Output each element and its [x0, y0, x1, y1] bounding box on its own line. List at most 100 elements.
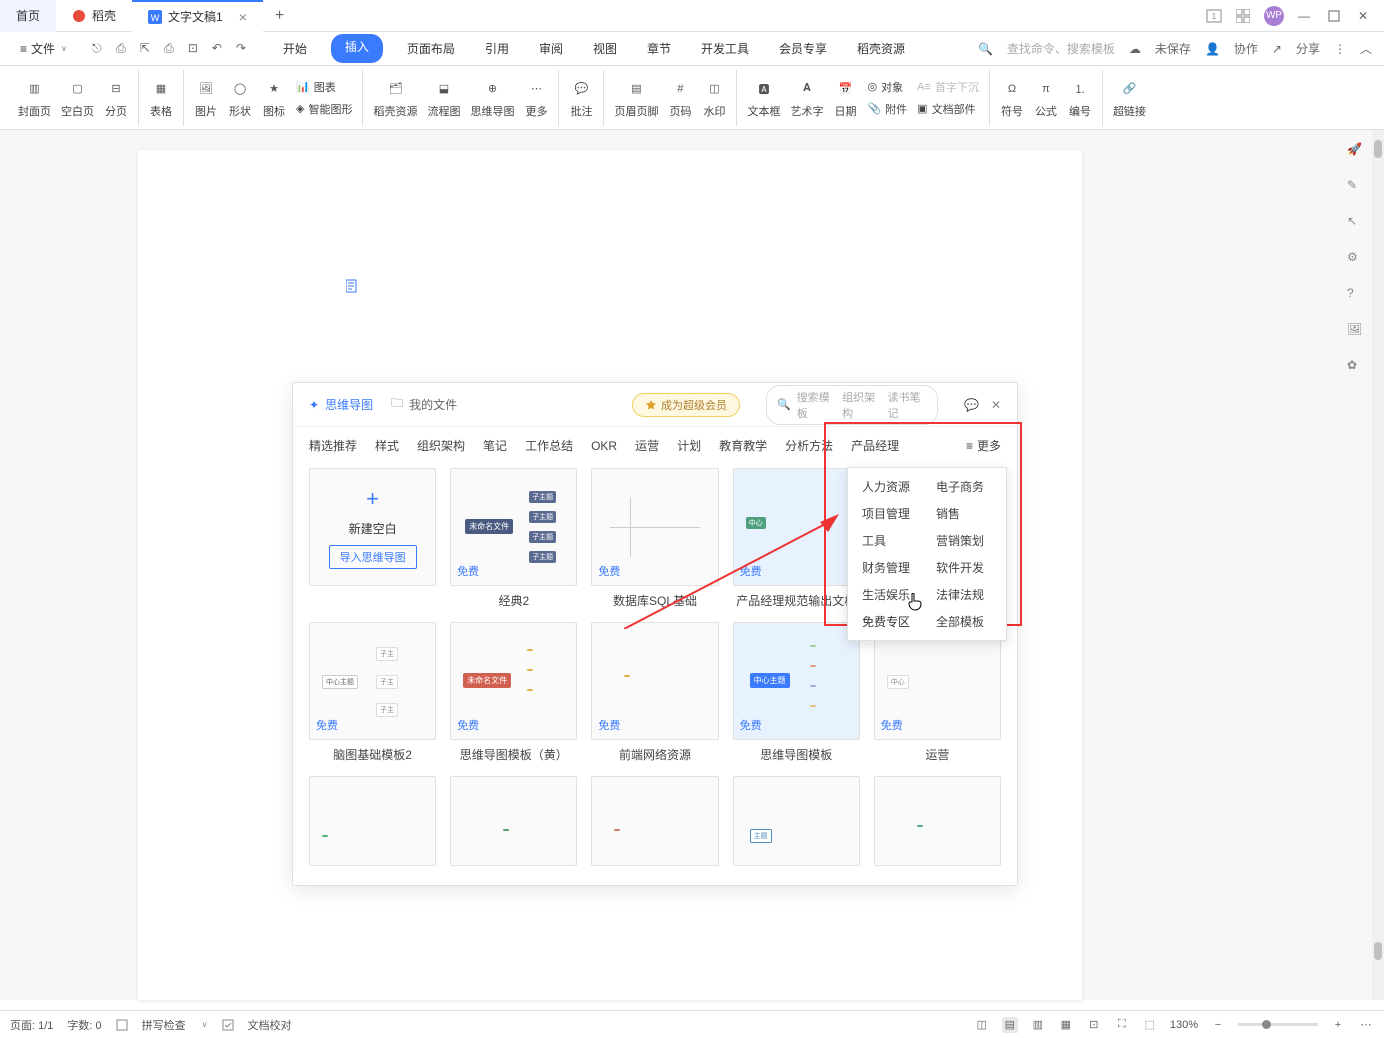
dialog-close-icon[interactable]: ✕ [991, 398, 1001, 412]
vip-button[interactable]: 成为超级会员 [632, 393, 740, 417]
ribbon-mindmap[interactable]: ⊕思维导图 [470, 77, 514, 119]
status-words[interactable]: 字数: 0 [67, 1017, 101, 1033]
close-button[interactable]: ✕ [1358, 9, 1374, 23]
template-pm-spec[interactable]: 中心免费 产品经理规范输出文档 [733, 468, 860, 608]
collapse-ribbon-icon[interactable]: ︿ [1360, 40, 1372, 57]
command-search[interactable]: 查找命令、搜索模板 [1007, 40, 1115, 57]
vertical-scrollbar[interactable] [1372, 130, 1384, 1000]
ribbon-header-footer[interactable]: ▤页眉页脚 [614, 77, 658, 119]
reading-mode-icon[interactable]: ◫ [974, 1017, 990, 1033]
zoom-slider[interactable] [1238, 1023, 1318, 1026]
ribbon-more[interactable]: ⋯更多 [524, 77, 548, 119]
template-sql[interactable]: 免费 数据库SQL基础 [591, 468, 718, 608]
cat-okr[interactable]: OKR [591, 439, 617, 453]
scrollbar-thumb-top[interactable] [1374, 140, 1382, 158]
unsaved-label[interactable]: 未保存 [1155, 40, 1191, 57]
tab-start[interactable]: 开始 [277, 34, 313, 63]
export-icon[interactable]: ⇱ [137, 41, 153, 56]
more-menu-icon[interactable]: ⋮ [1334, 42, 1346, 56]
ribbon-picture[interactable]: 🖼图片 [194, 77, 218, 119]
template-yellow[interactable]: 未命名文件 免费 思维导图模板（黄） [450, 622, 577, 762]
cat-featured[interactable]: 精选推荐 [309, 437, 357, 454]
tab-insert[interactable]: 插入 [331, 34, 383, 63]
ribbon-symbol[interactable]: Ω符号 [1000, 77, 1024, 119]
ribbon-smartart[interactable]: ◈智能图形 [296, 101, 352, 117]
ribbon-equation[interactable]: π公式 [1034, 77, 1058, 119]
ribbon-cover-page[interactable]: ▥封面页 [18, 77, 51, 119]
help-icon[interactable]: ? [1347, 286, 1365, 304]
ribbon-icon[interactable]: ★图标 [262, 77, 286, 119]
print-icon[interactable]: ⎙ [161, 41, 177, 56]
ribbon-flowchart[interactable]: ⬓流程图 [427, 77, 460, 119]
ribbon-page-number[interactable]: #页码 [668, 77, 692, 119]
dd-finance[interactable]: 财务管理 [862, 559, 918, 576]
user-avatar[interactable]: WP [1264, 6, 1284, 26]
ribbon-docparts[interactable]: ▣文档部件 [917, 101, 979, 117]
template-row3-3[interactable] [591, 776, 718, 866]
ribbon-docker-res[interactable]: 🗂稻壳资源 [373, 77, 417, 119]
tab-document[interactable]: W 文字文稿1 × [132, 0, 263, 32]
template-row3-5[interactable] [874, 776, 1001, 866]
ribbon-wordart[interactable]: 𝐀艺术字 [790, 77, 823, 119]
status-proof[interactable]: 文档校对 [248, 1017, 292, 1033]
minimize-button[interactable]: — [1298, 9, 1314, 23]
ribbon-page-break[interactable]: ⊟分页 [104, 77, 128, 119]
ribbon-dropcap[interactable]: A≡首字下沉 [917, 79, 979, 95]
status-more-icon[interactable]: ⋯ [1358, 1017, 1374, 1033]
redo-icon[interactable]: ↷ [233, 41, 249, 56]
scrollbar-thumb-bottom[interactable] [1374, 942, 1382, 960]
template-ops[interactable]: 中心免费 运营 [874, 622, 1001, 762]
dialog-search-input[interactable]: 🔍 搜索模板 组织架构 读书笔记 [766, 385, 938, 425]
tab-docker[interactable]: 稻壳 [56, 0, 132, 32]
image-panel-icon[interactable]: 🖼 [1347, 322, 1365, 340]
dd-legal[interactable]: 法律法规 [936, 586, 992, 603]
ribbon-blank-page[interactable]: ▢空白页 [61, 77, 94, 119]
dd-life[interactable]: 生活娱乐 [862, 586, 918, 603]
ribbon-date[interactable]: 📅日期 [833, 77, 857, 119]
tab-references[interactable]: 引用 [479, 34, 515, 63]
outline-icon[interactable]: ▥ [1030, 1017, 1046, 1033]
search-suggestion-2[interactable]: 读书笔记 [888, 389, 927, 421]
template-row3-2[interactable] [450, 776, 577, 866]
cat-notes[interactable]: 笔记 [483, 437, 507, 454]
dialog-tab-myfiles[interactable]: 🗀 我的文件 [391, 394, 457, 415]
import-button[interactable]: 导入思维导图 [329, 545, 417, 569]
tab-close-icon[interactable]: × [239, 9, 247, 25]
tab-page-layout[interactable]: 页面布局 [401, 34, 461, 63]
dd-project[interactable]: 项目管理 [862, 505, 918, 522]
print-layout-icon[interactable]: ▤ [1002, 1017, 1018, 1033]
cursor-icon[interactable]: ↖ [1347, 214, 1365, 232]
maximize-button[interactable] [1328, 10, 1344, 22]
knot-icon[interactable]: ✿ [1347, 358, 1365, 376]
save-icon[interactable]: ⎙ [113, 41, 129, 56]
tab-home[interactable]: 首页 [0, 0, 56, 32]
zoom-slider-handle[interactable] [1262, 1020, 1271, 1029]
tab-section[interactable]: 章节 [641, 34, 677, 63]
template-classic2[interactable]: 未命名文件子主题子主题子主题子主题免费 经典2 [450, 468, 577, 608]
tab-add-button[interactable]: + [263, 7, 296, 25]
zoom-out-button[interactable]: − [1210, 1017, 1226, 1033]
tab-developer[interactable]: 开发工具 [695, 34, 755, 63]
ribbon-comment[interactable]: 💬批注 [569, 77, 593, 119]
zoom-in-button[interactable]: + [1330, 1017, 1346, 1033]
ribbon-watermark[interactable]: ◫水印 [702, 77, 726, 119]
rocket-icon[interactable]: 🚀 [1347, 142, 1365, 160]
template-new-blank[interactable]: + 新建空白 导入思维导图 [309, 468, 436, 608]
template-frontend[interactable]: 免费 前端网络资源 [591, 622, 718, 762]
tab-member[interactable]: 会员专享 [773, 34, 833, 63]
share-label[interactable]: 分享 [1296, 40, 1320, 57]
tab-view[interactable]: 视图 [587, 34, 623, 63]
cat-edu[interactable]: 教育教学 [719, 437, 767, 454]
ribbon-chart[interactable]: 📊图表 [296, 79, 352, 95]
dd-free[interactable]: 免费专区 [862, 613, 918, 630]
cat-analysis[interactable]: 分析方法 [785, 437, 833, 454]
template-brainmap2[interactable]: 中心主题子主子主子主免费 脑图基础模板2 [309, 622, 436, 762]
settings-icon[interactable]: ⚙ [1347, 250, 1365, 268]
dd-sales[interactable]: 销售 [936, 505, 992, 522]
ribbon-object[interactable]: ◎对象 [867, 79, 907, 95]
ribbon-table[interactable]: ▦表格 [149, 77, 173, 119]
open-icon[interactable]: ⎋ [89, 41, 105, 56]
ribbon-attach[interactable]: 📎附件 [867, 101, 907, 117]
template-row3-1[interactable] [309, 776, 436, 866]
focus-mode-icon[interactable]: ⊡ [1086, 1017, 1102, 1033]
